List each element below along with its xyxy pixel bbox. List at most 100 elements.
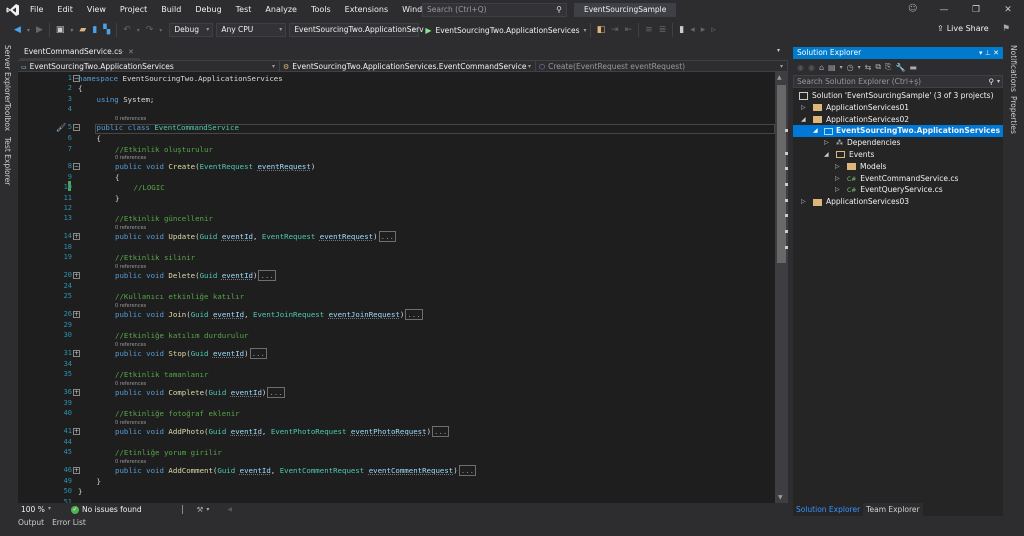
expand-arrow-icon[interactable]: ▷ [835,161,840,173]
tree-item-applicationservices01[interactable]: ▷ ApplicationServices01 [793,102,1003,114]
tree-item-dependencies[interactable]: ▷ ⁂ Dependencies [793,137,1003,149]
codelens-references[interactable]: 0 references [115,459,146,465]
codelens-references[interactable]: 0 references [115,303,146,309]
dropdown-icon[interactable]: ▾ [979,49,983,57]
open-folder-icon[interactable]: ▰ [79,25,86,35]
team-explorer-tab[interactable]: Team Explorer [863,503,923,516]
switch-views-icon[interactable]: ▤ [828,63,836,72]
solution-explorer-tab[interactable]: Solution Explorer [793,503,863,516]
menu-debug[interactable]: Debug [188,0,228,20]
expand-arrow-icon[interactable]: ▷ [835,173,840,185]
menu-file[interactable]: File [23,0,50,20]
expand-arrow-icon[interactable]: ▷ [801,196,806,208]
menu-build[interactable]: Build [154,0,188,20]
live-share-button[interactable]: ⇪ Live Share [937,24,989,33]
bookmark-icon[interactable]: ▮ [679,25,684,35]
back-dropdown-icon[interactable]: ▾ [27,27,30,34]
tree-item-applicationservices03[interactable]: ▷ ApplicationServices03 [793,196,1003,208]
undo-dropdown-icon[interactable]: ▾ [137,27,140,34]
back-icon[interactable]: ◉ [797,63,804,72]
document-tab[interactable]: EventCommandService.cs ⊹ ✕ [20,45,140,60]
toolbox-tab[interactable]: Toolbox [3,103,12,131]
codelens-references[interactable]: 0 references [115,381,146,387]
preview-icon[interactable]: ▬ [909,63,917,72]
menu-tools[interactable]: Tools [304,0,338,20]
type-nav-dropdown[interactable]: ⚙ EventSourcingTwo.ApplicationServices.Ev… [280,61,536,72]
step-icon[interactable]: ⇥ [611,25,619,35]
close-icon[interactable]: ✕ [128,45,134,59]
output-tab[interactable]: Output [18,518,44,527]
tree-item-models[interactable]: ▷ Models [793,161,1003,173]
member-nav-dropdown[interactable]: ⬡ Create(EventRequest eventRequest) ▾ [536,61,788,72]
codelens-references[interactable]: 0 references [115,225,146,231]
home-icon[interactable]: ⌂ [819,63,824,72]
tab-overflow-icon[interactable]: ▾ [777,47,780,54]
menu-test[interactable]: Test [229,0,259,20]
menu-edit[interactable]: Edit [50,0,80,20]
expand-arrow-icon[interactable]: ▷ [801,102,806,114]
codelens-references[interactable]: 0 references [115,155,146,161]
vertical-scrollbar[interactable]: ▲ ▼ [775,72,788,503]
scroll-left-icon[interactable]: ◀ [227,506,232,513]
code-editor[interactable]: 🖌 1− namespace EventSourcingTwo.Applicati… [18,72,775,503]
project-nav-dropdown[interactable]: ▭ EventSourcingTwo.ApplicationServices ▾ [18,61,280,72]
show-all-files-icon[interactable]: ⎘ [885,62,891,72]
tree-item-events[interactable]: ◢ Events [793,149,1003,161]
chevron-down-icon[interactable]: ▾ [858,64,861,71]
forward-icon[interactable]: ◉ [808,63,815,72]
new-item-dropdown-icon[interactable]: ▾ [70,27,73,34]
start-debugging-button[interactable]: ▶ EventSourcingTwo.ApplicationServices ▾ [425,26,586,35]
codelens-references[interactable]: 0 references [115,264,146,270]
save-all-icon[interactable]: ▚ [103,25,110,35]
expand-arrow-icon[interactable]: ▷ [835,184,840,196]
tree-item-project[interactable]: ◢ EventSourcingTwo.ApplicationServices [793,125,1003,138]
back-icon[interactable]: ◀ [14,25,21,35]
chevron-down-icon[interactable]: ▾ [997,76,1000,87]
scroll-down-icon[interactable]: ▼ [778,494,783,501]
chevron-down-icon[interactable]: ▾ [840,64,843,71]
chevron-down-icon[interactable]: ▾ [206,506,209,513]
clear-bookmarks-icon[interactable]: ▹ [711,25,716,35]
expand-region-icon[interactable]: + [73,428,80,435]
issues-indicator[interactable]: ✓ No issues found [71,505,142,514]
restore-button[interactable]: ❐ [960,5,992,15]
properties-wrench-icon[interactable]: 🔧 [895,63,905,72]
codelens-references[interactable]: 0 references [115,342,146,348]
platform-dropdown[interactable]: Any CPU ▾ [216,23,287,37]
expand-region-icon[interactable]: + [73,467,80,474]
codelens-references[interactable]: 0 references [115,116,146,122]
menu-extensions[interactable]: Extensions [338,0,395,20]
collapse-region-icon[interactable]: − [73,163,80,170]
menu-view[interactable]: View [80,0,113,20]
expand-arrow-icon[interactable]: ▷ [824,137,829,149]
pin-icon[interactable]: ⊹ [118,45,124,59]
save-icon[interactable]: ▮ [92,25,97,35]
tree-item-solution[interactable]: Solution 'EventSourcingSample' (3 of 3 p… [793,90,1003,102]
configuration-dropdown[interactable]: Debug ▾ [169,23,214,37]
solution-explorer-search-input[interactable]: Search Solution Explorer (Ctrl+ş) ⚲ ▾ [793,75,1003,88]
menu-analyze[interactable]: Analyze [258,0,304,20]
expand-region-icon[interactable]: + [73,233,80,240]
expand-region-icon[interactable]: + [73,389,80,396]
tree-item-eventcommandservice[interactable]: ▷ C# EventCommandService.cs [793,173,1003,185]
prev-bookmark-icon[interactable]: ◂ [690,25,695,35]
expand-region-icon[interactable]: + [73,272,80,279]
cleanup-brush-icon[interactable]: ⚒ [197,505,204,514]
tree-item-applicationservices02[interactable]: ◢ ApplicationServices02 [793,114,1003,126]
tree-item-eventqueryservice[interactable]: ▷ C# EventQueryService.cs [793,184,1003,196]
redo-icon[interactable]: ↷ [146,25,154,35]
uncomment-icon[interactable]: ≣ [659,25,667,35]
feedback-icon[interactable]: ☺ [908,4,917,14]
close-icon[interactable]: ✕ [993,49,999,57]
error-list-tab[interactable]: Error List [52,518,86,527]
minimize-button[interactable]: — [928,5,960,15]
startup-project-dropdown[interactable]: EventSourcingTwo.ApplicationServ ▾ [289,23,424,37]
quick-search-input[interactable]: Search (Ctrl+Q) ⚲ [422,3,567,17]
pin-icon[interactable]: ⊥ [985,49,991,57]
close-button[interactable]: ✕ [992,5,1024,15]
collapse-all-icon[interactable]: ⧉ [875,62,881,72]
expand-region-icon[interactable]: + [73,311,80,318]
server-explorer-tab[interactable]: Server Explorer [3,45,12,103]
pending-changes-icon[interactable]: ◷ [847,63,854,72]
menu-project[interactable]: Project [113,0,154,20]
